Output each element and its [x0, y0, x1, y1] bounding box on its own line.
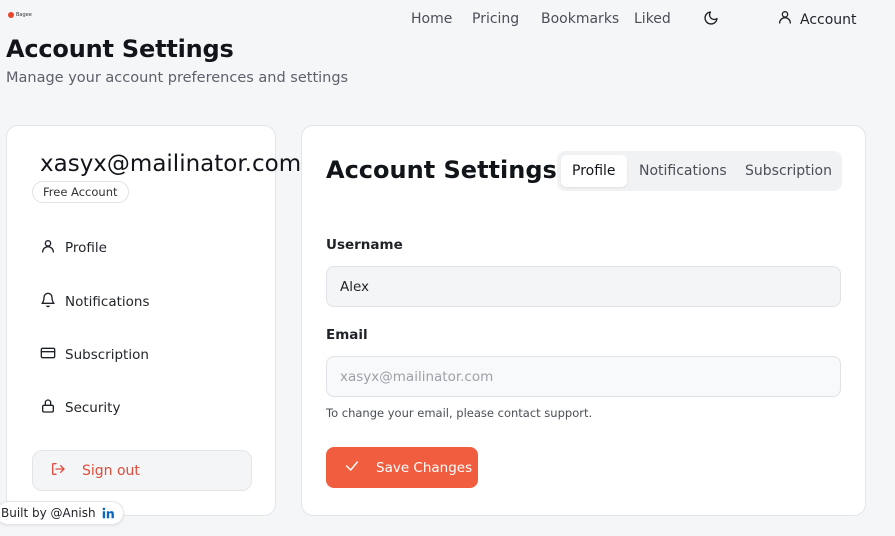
sidebar-item-notifications[interactable]: Notifications [40, 292, 150, 312]
plan-badge: Free Account [32, 181, 129, 203]
page-subtitle: Manage your account preferences and sett… [6, 70, 349, 86]
credit-card-icon [40, 345, 56, 365]
nav-liked[interactable]: Liked [634, 9, 671, 29]
user-email: xasyx@mailinator.com [40, 151, 302, 177]
settings-title: Account Settings [326, 156, 557, 184]
tab-profile[interactable]: Profile [561, 155, 627, 187]
sidebar-item-label: Subscription [65, 347, 149, 363]
username-input[interactable] [326, 266, 841, 307]
save-button[interactable]: Save Changes [326, 447, 478, 488]
settings-tabs: Profile Notifications Subscription [557, 151, 842, 191]
save-label: Save Changes [376, 459, 473, 476]
sidebar-item-profile[interactable]: Profile [40, 238, 107, 258]
built-by-badge[interactable]: Built by @Anish [0, 501, 124, 525]
sidebar-item-label: Profile [65, 240, 107, 256]
built-by-text: Built by @Anish [1, 506, 96, 520]
moon-icon[interactable] [703, 10, 719, 26]
email-help-text: To change your email, please contact sup… [326, 406, 593, 420]
nav-pricing[interactable]: Pricing [472, 9, 519, 29]
account-label: Account [800, 12, 857, 28]
email-label: Email [326, 327, 368, 343]
sidebar-card: xasyx@mailinator.com Free Account Profil… [6, 125, 301, 516]
log-out-icon [50, 461, 66, 481]
username-label: Username [326, 237, 403, 253]
email-field[interactable] [326, 356, 841, 397]
tab-notifications[interactable]: Notifications [628, 155, 738, 187]
lock-icon [40, 398, 56, 418]
page-title: Account Settings [6, 35, 234, 63]
settings-card: Account Settings Profile Notifications S… [301, 125, 866, 516]
user-icon [777, 9, 793, 31]
nav-bookmarks[interactable]: Bookmarks [541, 9, 619, 29]
sign-out-label: Sign out [82, 462, 140, 479]
user-icon [40, 238, 56, 258]
check-icon [344, 458, 360, 478]
account-button[interactable]: Account [777, 9, 857, 31]
linkedin-icon[interactable] [101, 506, 115, 520]
sidebar-item-label: Notifications [65, 294, 150, 310]
sidebar-item-subscription[interactable]: Subscription [40, 345, 149, 365]
tab-subscription[interactable]: Subscription [734, 155, 843, 187]
sign-out-button[interactable]: Sign out [32, 450, 252, 491]
nav-home[interactable]: Home [411, 9, 452, 29]
top-nav: Home Pricing Bookmarks Liked [0, 9, 895, 29]
sidebar-item-label: Security [65, 400, 121, 416]
sidebar-item-security[interactable]: Security [40, 398, 120, 418]
bell-icon [40, 292, 56, 312]
